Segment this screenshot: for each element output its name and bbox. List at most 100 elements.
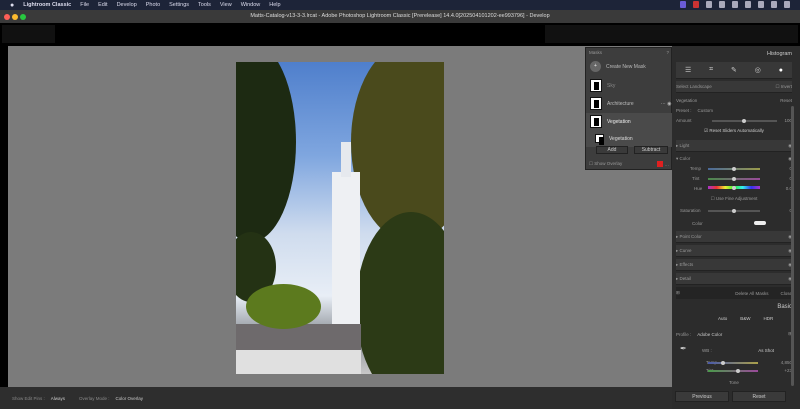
tone-label: Tone	[729, 379, 739, 385]
previous-button[interactable]: Previous	[675, 391, 729, 402]
reset-link[interactable]: Reset	[780, 98, 792, 103]
temp-slider[interactable]	[708, 166, 760, 171]
wb-dropdown[interactable]: As Shot	[758, 348, 774, 353]
profile-dropdown[interactable]: Adobe Color	[697, 332, 722, 337]
overlay-mode-label: Overlay Mode :	[79, 395, 110, 401]
search-icon[interactable]	[758, 1, 764, 8]
cloud-icon[interactable]	[706, 1, 712, 8]
masking-tool-icon[interactable]: ●	[779, 67, 783, 74]
hue-slider[interactable]	[708, 185, 760, 190]
create-new-mask-button[interactable]: Create New Mask	[606, 64, 646, 70]
minimize-window-button[interactable]	[12, 13, 18, 20]
delete-all-masks-button[interactable]: Delete All Masks	[735, 291, 768, 296]
zoom-window-button[interactable]	[20, 13, 26, 20]
hue-label: Hue	[694, 185, 703, 191]
amount-slider[interactable]	[712, 118, 777, 123]
overlay-mode-dropdown[interactable]: Color Overlay	[116, 396, 144, 401]
histogram-header[interactable]: Histogram	[767, 51, 792, 57]
overlay-color-swatch[interactable]	[657, 160, 664, 167]
bluetooth-icon[interactable]	[719, 1, 725, 8]
more-options-icon[interactable]: ··· ◉	[661, 101, 672, 107]
wifi-icon[interactable]	[745, 1, 751, 8]
mask-thumbnail[interactable]	[590, 79, 602, 92]
create-mask-icon[interactable]: +	[590, 61, 601, 72]
module-picker	[545, 25, 798, 43]
hdr-button[interactable]: HDR	[764, 316, 774, 321]
menu-tools[interactable]: Tools	[198, 2, 211, 8]
show-overlay-checkbox[interactable]: ☐ Show Overlay	[589, 161, 622, 167]
right-panel: Histogram ☰ ⌗ ✎ ◎ ● Select Landscape ☐ Invert…	[672, 46, 800, 409]
curve-section[interactable]: ▸ Curve	[676, 248, 692, 254]
show-edit-pins-dropdown[interactable]: Always	[51, 396, 65, 401]
saturation-label: Saturation	[680, 207, 701, 213]
preset-dropdown[interactable]: Custom	[698, 108, 714, 113]
tint-slider[interactable]	[708, 176, 760, 181]
edit-tool-icon[interactable]: ☰	[685, 66, 691, 74]
profile-label: Profile :	[676, 331, 692, 337]
detail-section[interactable]: ▸ Detail	[676, 276, 691, 282]
menu-window[interactable]: Window	[241, 2, 261, 8]
toolbar: Show Edit Pins : Always Overlay Mode : C…	[0, 387, 672, 409]
basic-section-header[interactable]: Basic	[777, 304, 792, 310]
preset-label: Preset :	[676, 107, 692, 113]
screen-icon[interactable]	[680, 1, 686, 8]
invert-checkbox[interactable]: ☐ Invert	[775, 84, 792, 90]
add-button[interactable]: Add	[596, 146, 628, 154]
basic-tint-slider[interactable]	[708, 368, 758, 373]
mask-item-vegetation[interactable]: Vegetation	[607, 119, 631, 125]
tint-label: Tint	[692, 175, 700, 181]
menu-photo[interactable]: Photo	[146, 2, 160, 8]
amount-label: Amount	[676, 117, 692, 123]
heal-tool-icon[interactable]: ✎	[731, 66, 737, 74]
toggle-icon[interactable]: ⊞	[676, 290, 680, 296]
temp-label: Temp	[690, 165, 702, 171]
menu-edit[interactable]: Edit	[98, 2, 107, 8]
show-edit-pins-label: Show Edit Pins :	[12, 395, 45, 401]
siri-icon[interactable]	[784, 1, 790, 8]
mask-component-vegetation[interactable]: Vegetation	[609, 136, 633, 142]
light-section[interactable]: ▸ Light	[676, 143, 689, 149]
point-color-section[interactable]: ▸ Point Color	[676, 234, 702, 240]
menu-help[interactable]: Help	[269, 2, 280, 8]
top-panel-strip	[0, 23, 800, 45]
mask-thumbnail[interactable]	[590, 115, 602, 128]
wb-label: WB :	[702, 347, 712, 353]
subtract-button[interactable]: Subtract	[634, 146, 668, 154]
photo-church-steeple[interactable]	[236, 62, 444, 374]
effects-section[interactable]: ▸ Effects	[676, 262, 693, 268]
mask-thumbnail[interactable]	[590, 97, 602, 110]
color-swatch[interactable]	[754, 221, 766, 225]
identity-plate	[2, 25, 55, 43]
menu-app[interactable]: Lightroom Classic	[23, 2, 71, 8]
mask-item-architecture[interactable]: Architecture	[607, 101, 634, 107]
redeye-tool-icon[interactable]: ◎	[755, 66, 761, 74]
panel-scrollbar[interactable]	[791, 106, 794, 386]
mask-name: Vegetation	[676, 97, 698, 103]
mask-item-sky[interactable]: Sky	[607, 83, 615, 89]
eyedropper-icon[interactable]: ✒	[680, 344, 687, 353]
title-bar: Matts-Catalog-v13-3-3.lrcat - Adobe Phot…	[0, 10, 800, 23]
crop-tool-icon[interactable]: ⌗	[709, 66, 713, 74]
menu-view[interactable]: View	[220, 2, 232, 8]
reset-button[interactable]: Reset	[732, 391, 786, 402]
bw-button[interactable]: B&W	[740, 316, 750, 321]
color-label: Color	[692, 220, 703, 226]
apple-icon[interactable]: ●	[10, 2, 14, 9]
reset-sliders-checkbox[interactable]: ☑ Reset Sliders Automatically	[704, 128, 764, 134]
close-window-button[interactable]	[4, 13, 10, 20]
auto-button[interactable]: Auto	[718, 316, 727, 321]
menu-bar: ● Lightroom Classic File Edit Develop Ph…	[0, 0, 800, 10]
window-title: Matts-Catalog-v13-3-3.lrcat - Adobe Phot…	[250, 13, 550, 19]
record-icon[interactable]	[693, 1, 699, 8]
menu-settings[interactable]: Settings	[169, 2, 189, 8]
steeple	[332, 172, 360, 332]
menu-file[interactable]: File	[80, 2, 89, 8]
menu-develop[interactable]: Develop	[117, 2, 137, 8]
help-icon[interactable]: ?	[666, 50, 669, 55]
control-center-icon[interactable]	[771, 1, 777, 8]
battery-icon[interactable]	[732, 1, 738, 8]
masks-title: Masks	[589, 50, 603, 55]
fine-adjustment-checkbox[interactable]: ☐ Use Fine Adjustment	[711, 196, 758, 202]
saturation-slider[interactable]	[708, 208, 760, 213]
component-thumbnail[interactable]	[595, 134, 604, 145]
